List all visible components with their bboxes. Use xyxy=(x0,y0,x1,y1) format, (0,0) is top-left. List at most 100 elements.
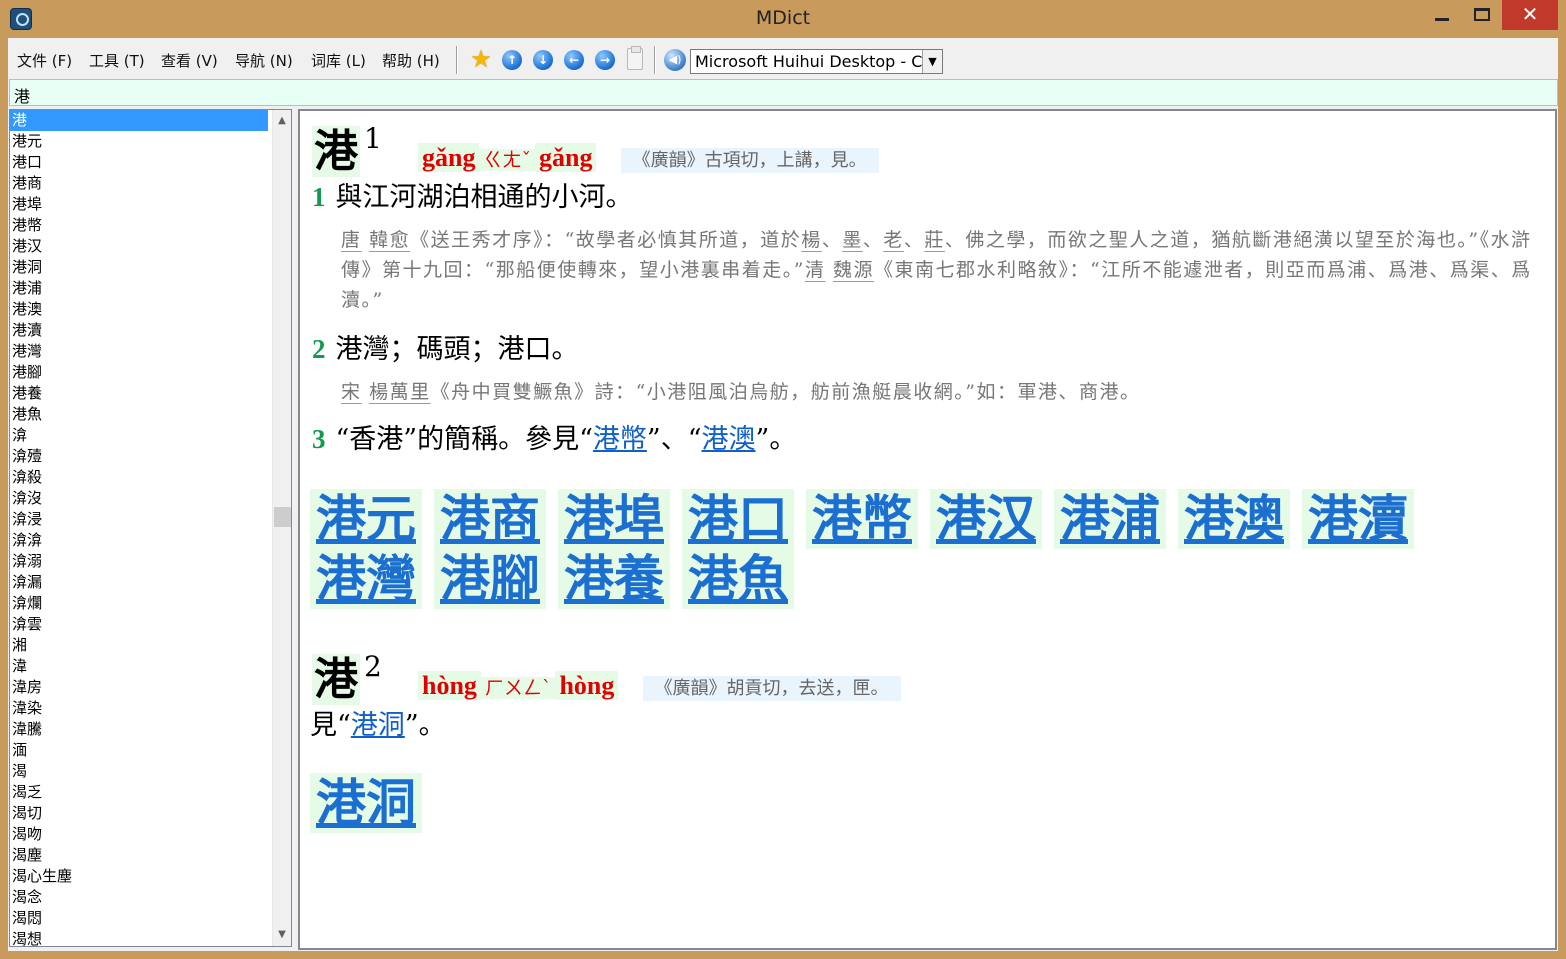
related-word-link[interactable]: 港埠 xyxy=(558,489,670,549)
word-list-item[interactable]: 港元 xyxy=(10,131,268,152)
related-word-link[interactable]: 港商 xyxy=(434,489,546,549)
maximize-icon xyxy=(1474,8,1490,21)
related-word-link[interactable]: 港口 xyxy=(682,489,794,549)
definition-number: 3 xyxy=(312,424,326,454)
related-word-link[interactable]: 港幣 xyxy=(806,489,918,549)
word-list-item[interactable]: 渰雲 xyxy=(10,614,268,635)
citation-name: 老 xyxy=(883,229,904,251)
related-word-link[interactable]: 港浦 xyxy=(1054,489,1166,549)
word-list-item[interactable]: 渴塵 xyxy=(10,845,268,866)
close-button[interactable]: ✕ xyxy=(1502,0,1558,30)
minimize-button[interactable] xyxy=(1422,0,1462,30)
related-word-link[interactable]: 港洞 xyxy=(310,773,422,833)
citation-dynasty: 清 xyxy=(804,259,826,281)
citation-author: 韓愈 xyxy=(369,229,411,251)
word-list-item[interactable]: 渰浸 xyxy=(10,509,268,530)
entry-header-1: 港1 gǎng ㄍㄤˇ gǎng 《廣韻》古項切，上講，見。 xyxy=(312,115,879,179)
word-list-item[interactable]: 港幣 xyxy=(10,215,268,236)
scroll-up-icon[interactable]: ▲ xyxy=(273,112,291,130)
nav-forward-icon[interactable]: → xyxy=(595,50,615,70)
see-text: 見“ xyxy=(310,710,351,741)
menu-view[interactable]: 查看 (V) xyxy=(161,50,218,71)
crossref-link[interactable]: 港幣 xyxy=(593,424,647,455)
word-list-item[interactable]: 湋染 xyxy=(10,698,268,719)
word-list-item[interactable]: 渴想 xyxy=(10,929,268,946)
menu-help[interactable]: 帮助 (H) xyxy=(382,50,440,71)
menu-file[interactable]: 文件 (F) xyxy=(17,50,72,71)
favorite-star-icon[interactable]: ★ xyxy=(469,47,493,71)
word-list-item[interactable]: 港腳 xyxy=(10,362,268,383)
word-list-item[interactable]: 渴吻 xyxy=(10,824,268,845)
word-list-item[interactable]: 港埠 xyxy=(10,194,268,215)
word-list-item[interactable]: 湘 xyxy=(10,635,268,656)
word-list-item[interactable]: 港澳 xyxy=(10,299,268,320)
word-list-item[interactable]: 港瀆 xyxy=(10,320,268,341)
word-list-item[interactable]: 渴 xyxy=(10,761,268,782)
maximize-button[interactable] xyxy=(1462,0,1502,30)
dictionary-select[interactable]: Microsoft Huihui Desktop - Cl ▼ xyxy=(690,49,943,74)
related-words-1: 港元 港商 港埠 港口 港幣 港汉 港浦 港澳 港瀆港灣 港腳 港養 港魚 xyxy=(310,489,1545,609)
scroll-down-icon[interactable]: ▼ xyxy=(273,926,291,944)
word-list-item[interactable]: 港洞 xyxy=(10,257,268,278)
related-word-link[interactable]: 港魚 xyxy=(682,549,794,609)
crossref-link[interactable]: 港澳 xyxy=(702,424,756,455)
word-list-item[interactable]: 港口 xyxy=(10,152,268,173)
word-list-item[interactable]: 渰渰 xyxy=(10,530,268,551)
homograph-number: 2 xyxy=(364,650,382,683)
word-list-item[interactable]: 渰 xyxy=(10,425,268,446)
menu-library[interactable]: 词库 (L) xyxy=(311,50,366,71)
word-list-item[interactable]: 港魚 xyxy=(10,404,268,425)
word-list-item[interactable]: 渰沒 xyxy=(10,488,268,509)
word-list[interactable]: 港港元 港口 港商 港埠 港幣 港汉 港洞 港浦 港澳 港瀆 港灣 港腳 港養 港魚渰渰殪 渰殺 渰沒 渰浸 渰渰… xyxy=(9,109,292,947)
word-list-items: 港港元 港口 港商 港埠 港幣 港汉 港洞 港浦 港澳 港瀆 港灣 港腳 港養 港魚渰渰殪 渰殺 渰沒 渰浸 渰渰… xyxy=(10,110,291,946)
related-word-link[interactable]: 港腳 xyxy=(434,549,546,609)
word-list-item[interactable]: 湎 xyxy=(10,740,268,761)
related-word-link[interactable]: 港澳 xyxy=(1178,489,1290,549)
word-list-item[interactable]: 湋 xyxy=(10,656,268,677)
related-word-link[interactable]: 港元 xyxy=(310,489,422,549)
citation-text: 、 xyxy=(903,229,925,251)
entry-header-2: 港2 hòng ㄏㄨㄥˋ hòng 《廣韻》胡貢切，去送，匣。 xyxy=(312,643,901,707)
related-word-link[interactable]: 港瀆 xyxy=(1302,489,1414,549)
chevron-down-icon[interactable]: ▼ xyxy=(922,50,942,73)
nav-up-icon[interactable]: ↑ xyxy=(502,50,522,70)
word-list-item[interactable]: 港浦 xyxy=(10,278,268,299)
example-2: 宋 楊萬里《舟中買雙鱖魚》詩：“小港阻風泊烏舫，舫前漁艇晨收網。”如：軍港、商港… xyxy=(341,377,1541,407)
word-list-item[interactable]: 渴切 xyxy=(10,803,268,824)
citation-name: 墨 xyxy=(842,229,863,251)
word-list-item[interactable]: 渰溺 xyxy=(10,551,268,572)
word-list-item[interactable]: 港養 xyxy=(10,383,268,404)
word-list-item[interactable]: 渰爛 xyxy=(10,593,268,614)
definition-text: 與江河湖泊相通的小河。 xyxy=(335,182,633,213)
menu-tools[interactable]: 工具 (T) xyxy=(89,50,145,71)
related-word-link[interactable]: 港養 xyxy=(558,549,670,609)
related-word-link[interactable]: 港灣 xyxy=(310,549,422,609)
word-list-item[interactable]: 渰殺 xyxy=(10,467,268,488)
word-list-item[interactable]: 渴乏 xyxy=(10,782,268,803)
speaker-icon[interactable]: ◀) xyxy=(664,49,686,71)
scroll-thumb[interactable] xyxy=(274,507,291,527)
word-list-item[interactable]: 渴心生塵 xyxy=(10,866,268,887)
word-list-item[interactable]: 港灣 xyxy=(10,341,268,362)
word-list-item[interactable]: 港汉 xyxy=(10,236,268,257)
word-list-item[interactable]: 湋騰 xyxy=(10,719,268,740)
word-list-item[interactable]: 渴念 xyxy=(10,887,268,908)
crossref-link[interactable]: 港洞 xyxy=(351,710,405,741)
title-bar[interactable]: MDict ✕ xyxy=(0,0,1566,38)
word-list-item[interactable]: 渴悶 xyxy=(10,908,268,929)
nav-back-icon[interactable]: ← xyxy=(564,50,584,70)
paste-icon[interactable] xyxy=(627,46,643,70)
word-list-item[interactable]: 渰殪 xyxy=(10,446,268,467)
word-list-scrollbar[interactable]: ▲ ▼ xyxy=(272,110,291,946)
search-input[interactable]: 港 xyxy=(9,79,1558,106)
word-list-item[interactable]: 港 xyxy=(10,110,268,131)
word-list-item[interactable]: 港商 xyxy=(10,173,268,194)
menu-navigate[interactable]: 导航 (N) xyxy=(235,50,293,71)
related-word-link[interactable]: 港汉 xyxy=(930,489,1042,549)
word-list-item[interactable]: 渰漏 xyxy=(10,572,268,593)
rhyme-note: 《廣韻》胡貢切，去送，匣。 xyxy=(642,676,901,701)
client-area: 文件 (F) 工具 (T) 查看 (V) 导航 (N) 词库 (L) 帮助 (H… xyxy=(8,38,1558,951)
word-list-item[interactable]: 湋房 xyxy=(10,677,268,698)
nav-down-icon[interactable]: ↓ xyxy=(533,50,553,70)
definition-text: “香港”的簡稱。參見“ xyxy=(335,424,593,455)
